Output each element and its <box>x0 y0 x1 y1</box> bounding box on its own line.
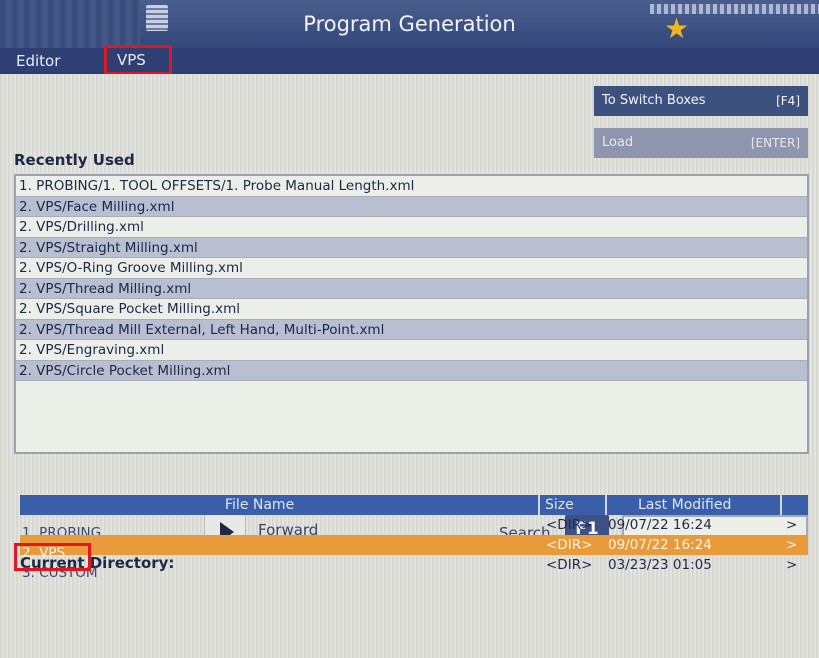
row-size: <DIR> <box>546 537 593 553</box>
recent-item[interactable]: 2. VPS/Circle Pocket Milling.xml <box>16 360 807 381</box>
directory-table-header: File Name Size Last Modified <box>20 495 808 515</box>
chevron-right-icon[interactable]: > <box>786 515 797 535</box>
recent-item[interactable]: 2. VPS/Face Milling.xml <box>16 196 807 217</box>
recent-label: Recently Used <box>14 151 135 169</box>
tab-editor[interactable]: Editor <box>16 51 60 71</box>
chevron-right-icon[interactable]: > <box>786 555 797 575</box>
row-modified: 09/07/22 16:24 <box>608 537 712 553</box>
recent-item[interactable]: 1. PROBING/1. TOOL OFFSETS/1. Probe Manu… <box>16 176 807 197</box>
column-file-name[interactable]: File Name <box>225 495 294 515</box>
window-title: Program Generation <box>303 12 516 36</box>
row-size: <DIR> <box>546 557 593 573</box>
column-last-modified[interactable]: Last Modified <box>638 495 731 515</box>
column-size[interactable]: Size <box>545 495 574 515</box>
tab-bar: Editor VPS <box>0 45 819 75</box>
title-bar-pattern <box>0 0 140 48</box>
recent-item[interactable]: 2. VPS/Thread Mill External, Left Hand, … <box>16 319 807 340</box>
recent-item[interactable]: 2. VPS/Thread Milling.xml <box>16 278 807 299</box>
recent-item[interactable]: 2. VPS/Drilling.xml <box>16 217 807 238</box>
table-row[interactable]: 3. CUSTOM <DIR> 03/23/23 01:05 > <box>20 555 808 581</box>
menu-icon[interactable] <box>146 5 168 31</box>
switch-boxes-key: [F4] <box>776 94 800 108</box>
column-divider <box>605 495 607 515</box>
column-divider <box>780 495 782 515</box>
recent-item[interactable]: 2. VPS/Engraving.xml <box>16 340 807 361</box>
row-size: <DIR> <box>546 517 593 533</box>
column-divider <box>538 495 540 515</box>
selection-highlight <box>14 543 91 571</box>
load-button[interactable]: Load [ENTER] <box>594 128 808 158</box>
recent-item[interactable]: 2. VPS/Square Pocket Milling.xml <box>16 299 807 320</box>
recent-item[interactable]: 2. VPS/Straight Milling.xml <box>16 237 807 258</box>
table-row[interactable]: 1. PROBING <DIR> 09/07/22 16:24 > <box>20 515 808 541</box>
row-modified: 09/07/22 16:24 <box>608 517 712 533</box>
star-icon[interactable]: ★ <box>664 15 689 43</box>
load-key: [ENTER] <box>750 136 800 150</box>
recent-list[interactable]: 1. PROBING/1. TOOL OFFSETS/1. Probe Manu… <box>14 174 809 454</box>
table-row[interactable]: 2. VPS <DIR> 09/07/22 16:24 > <box>20 535 808 561</box>
recent-item[interactable]: 2. VPS/O-Ring Groove Milling.xml <box>16 258 807 279</box>
load-label: Load <box>602 135 634 150</box>
row-modified: 03/23/23 01:05 <box>608 557 712 573</box>
switch-boxes-label: To Switch Boxes <box>602 93 706 108</box>
tab-vps[interactable]: VPS <box>104 45 172 75</box>
chevron-right-icon[interactable]: > <box>786 535 797 555</box>
switch-boxes-button[interactable]: To Switch Boxes [F4] <box>594 86 808 116</box>
title-bar: Program Generation ★ <box>0 0 819 48</box>
